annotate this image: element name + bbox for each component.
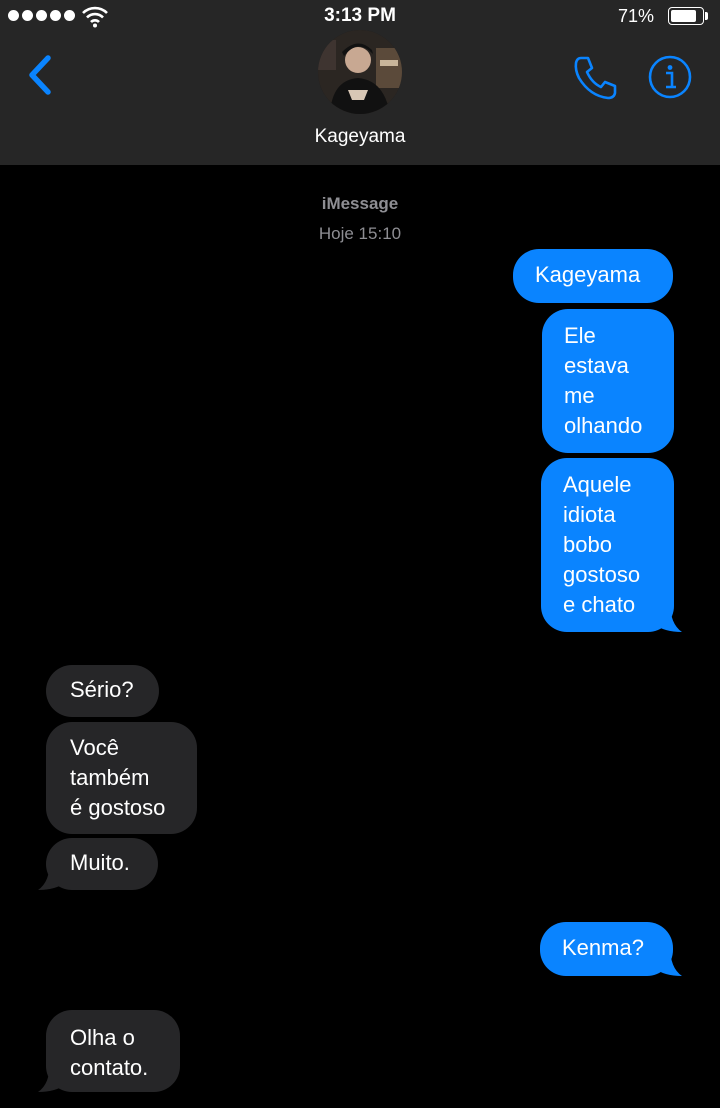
phone-icon[interactable] [570, 52, 620, 102]
bubble-tail [38, 1062, 70, 1092]
message-bubble-outgoing[interactable]: Kageyama [513, 249, 673, 303]
status-time: 3:13 PM [324, 5, 396, 26]
battery-percentage: 71% [617, 6, 654, 26]
chevron-left-icon[interactable] [22, 52, 62, 98]
info-icon[interactable] [647, 54, 693, 100]
service-label: iMessage [321, 194, 399, 213]
bubble-tail [38, 860, 70, 890]
status-bar: 3:13 PM 71% [0, 0, 720, 34]
conversation-header: 3:13 PM 71% Kageyama [0, 0, 720, 165]
message-bubble-outgoing[interactable]: Ele estava me olhando [542, 309, 674, 453]
contact-avatar[interactable] [318, 30, 402, 114]
message-bubble-incoming[interactable]: Você também é gostoso [46, 722, 197, 834]
bubble-tail [650, 946, 682, 976]
avatar-photo [318, 30, 402, 114]
message-bubble-incoming[interactable]: Sério? [46, 665, 159, 717]
bubble-tail [650, 602, 682, 632]
conversation-timestamp: Hoje 15:10 [318, 224, 402, 243]
battery-icon [668, 7, 708, 25]
contact-name[interactable]: Kageyama [0, 126, 720, 148]
